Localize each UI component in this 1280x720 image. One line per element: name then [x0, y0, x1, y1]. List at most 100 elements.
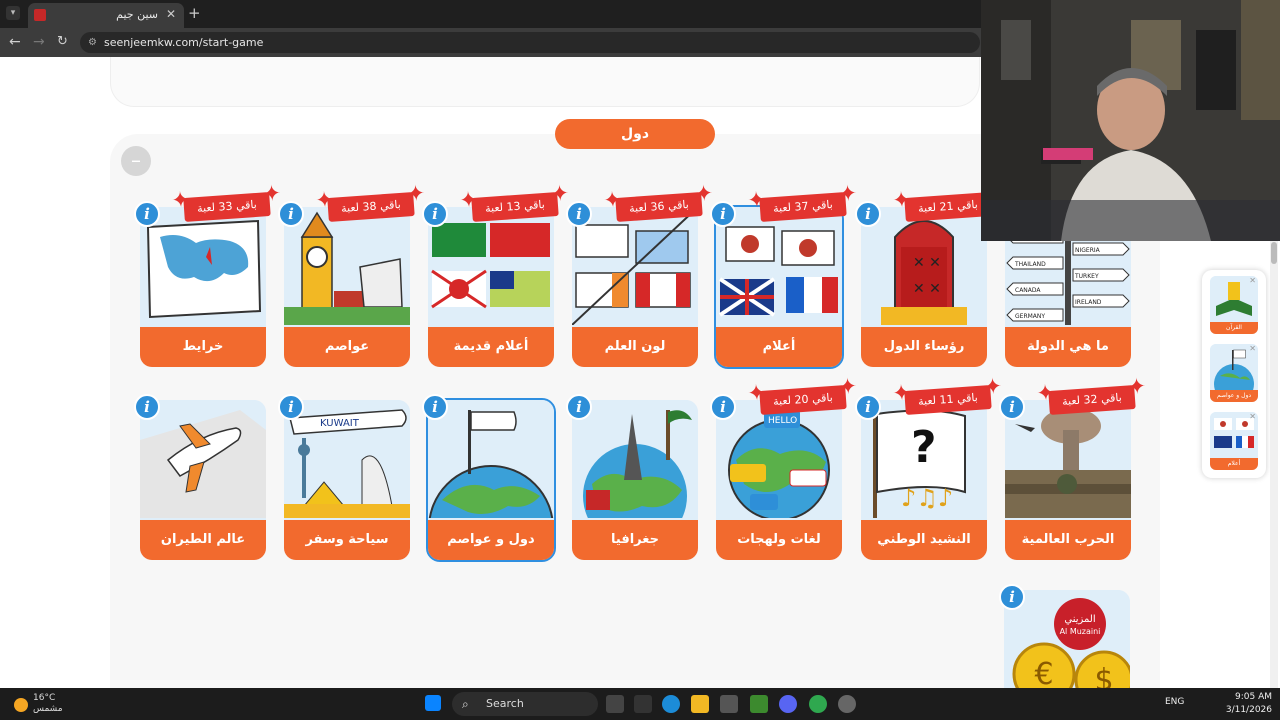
plane-illustration [140, 400, 266, 518]
site-info-icon[interactable]: ⚙ [88, 32, 97, 53]
selected-category-1-label: القرآن [1210, 322, 1258, 334]
category-card-throne[interactable]: ✕ ✕ ✕ ✕ رؤساء الدول [861, 207, 987, 367]
globeflag-illustration [428, 400, 554, 518]
sponsor-name-en: Al Muzaini [1060, 627, 1101, 636]
start-icon[interactable] [425, 695, 441, 711]
sponsor-card[interactable]: المزيني Al Muzaini € $ [1004, 590, 1130, 688]
language-indicator[interactable]: ENG [1165, 697, 1184, 707]
remove-category-2-icon[interactable]: ✕ [1249, 344, 1256, 353]
category-info-icon[interactable]: i [278, 394, 304, 420]
edge-icon[interactable] [662, 695, 680, 713]
sparkle-icon: ✦ [837, 181, 859, 208]
sparkle-icon: ✦ [837, 374, 859, 401]
reload-icon[interactable]: ↻ [57, 34, 68, 49]
scrollbar-thumb[interactable] [1271, 242, 1277, 264]
taskbar-search[interactable]: ⌕ Search [452, 692, 598, 716]
section-title: دول [555, 119, 715, 149]
forward-icon[interactable]: → [33, 34, 45, 50]
previous-section [110, 57, 980, 107]
discord-icon[interactable] [779, 695, 797, 713]
hello-bubble: HELLO [768, 416, 797, 426]
category-info-icon[interactable]: i [999, 394, 1025, 420]
category-info-icon[interactable]: i [278, 201, 304, 227]
oldflags-illustration [428, 207, 554, 325]
remaining-games-label: باقي 37 لعبة [772, 197, 834, 216]
signpost-country-label: IRELAND [1075, 299, 1102, 306]
category-card-globeflag[interactable]: دول و عواصم [426, 398, 556, 562]
selected-category-3[interactable]: أعلام ✕ [1210, 412, 1258, 470]
remaining-games-label: باقي 11 لعبة [917, 390, 979, 409]
category-info-icon[interactable]: i [134, 394, 160, 420]
sparkle-icon: ✦ [982, 374, 1004, 401]
category-info-icon[interactable]: i [855, 201, 881, 227]
category-label: عالم الطيران [140, 520, 266, 560]
category-card-flagcolor[interactable]: لون العلم [572, 207, 698, 367]
sparkle-icon: ✦ [458, 187, 479, 214]
sponsor-name-ar: المزيني [1064, 614, 1095, 625]
chrome-icon[interactable] [809, 695, 827, 713]
remaining-games-label: باقي 13 لعبة [484, 197, 546, 216]
sparkle-icon: ✦ [1126, 374, 1148, 401]
back-icon[interactable]: ← [9, 34, 21, 50]
category-card-anthem[interactable]: ? ♪♫♪ النشيد الوطني [861, 400, 987, 560]
category-card-oldflags[interactable]: أعلام قديمة [428, 207, 554, 367]
address-bar[interactable]: ⚙ seenjeemkw.com/start-game [80, 32, 980, 53]
new-tab-button[interactable]: + [188, 4, 201, 22]
weather-condition: مشمس [33, 704, 63, 714]
webcam-overlay [981, 0, 1280, 241]
category-card-travel[interactable]: KUWAIT سياحة وسفر [284, 400, 410, 560]
tab-title: سين جيم [116, 8, 158, 21]
remove-category-1-icon[interactable]: ✕ [1249, 276, 1256, 285]
category-card-war[interactable]: الحرب العالمية [1005, 400, 1131, 560]
sparkle-icon: ✦ [549, 181, 571, 208]
sponsor-info-icon[interactable]: i [999, 584, 1025, 610]
svg-text:€: € [1034, 657, 1053, 688]
airline-name: KUWAIT [320, 418, 360, 429]
sparkle-icon: ✦ [746, 187, 767, 214]
category-info-icon[interactable]: i [134, 201, 160, 227]
streamer-webcam-image [981, 0, 1280, 241]
category-label: ما هي الدولة [1005, 327, 1131, 367]
page-scrollbar[interactable] [1270, 240, 1278, 688]
weather-temp: 16°C [33, 693, 56, 703]
selected-category-2[interactable]: دول و عواصم ✕ [1210, 344, 1258, 402]
sparkle-icon: ✦ [405, 181, 427, 208]
store-icon[interactable] [720, 695, 738, 713]
category-card-capitals[interactable]: عواصم [284, 207, 410, 367]
obs-icon[interactable] [838, 695, 856, 713]
selected-category-1[interactable]: القرآن ✕ [1210, 276, 1258, 334]
category-card-map[interactable]: خرايط [140, 207, 266, 367]
sparkle-icon: ✦ [170, 187, 191, 214]
category-card-geo[interactable]: جغرافيا [572, 400, 698, 560]
category-card-languages[interactable]: HELLO لغات ولهجات [716, 400, 842, 560]
category-card-plane[interactable]: عالم الطيران [140, 400, 266, 560]
remove-category-3-icon[interactable]: ✕ [1249, 412, 1256, 421]
category-info-icon[interactable]: i [710, 201, 736, 227]
category-label: الحرب العالمية [1005, 520, 1131, 560]
category-info-icon[interactable]: i [566, 201, 592, 227]
file-explorer-icon[interactable] [691, 695, 709, 713]
signpost-country-label: TURKEY [1074, 273, 1099, 280]
app-icon[interactable] [634, 695, 652, 713]
browser-tab[interactable]: سين جيم ✕ [28, 3, 184, 28]
category-card-flags[interactable]: أعلام [714, 205, 844, 369]
category-info-icon[interactable]: i [422, 394, 448, 420]
throne-illustration: ✕ ✕ ✕ ✕ [861, 207, 987, 325]
tab-list-button[interactable]: ▾ [6, 6, 20, 20]
category-info-icon[interactable]: i [710, 394, 736, 420]
category-label: رؤساء الدول [861, 327, 987, 367]
close-tab-icon[interactable]: ✕ [166, 7, 176, 21]
collapse-section-button[interactable]: – [121, 146, 151, 176]
svg-text:✕ ✕: ✕ ✕ [913, 255, 941, 271]
clock[interactable]: 9:05 AM 3/11/2026 [1226, 691, 1272, 717]
sparkle-icon: ✦ [261, 181, 283, 208]
xbox-icon[interactable] [750, 695, 768, 713]
category-info-icon[interactable]: i [566, 394, 592, 420]
selected-category-2-label: دول و عواصم [1210, 390, 1258, 402]
sparkle-icon: ✦ [746, 380, 767, 407]
category-info-icon[interactable]: i [855, 394, 881, 420]
category-info-icon[interactable]: i [422, 201, 448, 227]
svg-text:?: ? [911, 422, 937, 473]
geo-illustration [572, 400, 698, 518]
task-view-icon[interactable] [606, 695, 624, 713]
